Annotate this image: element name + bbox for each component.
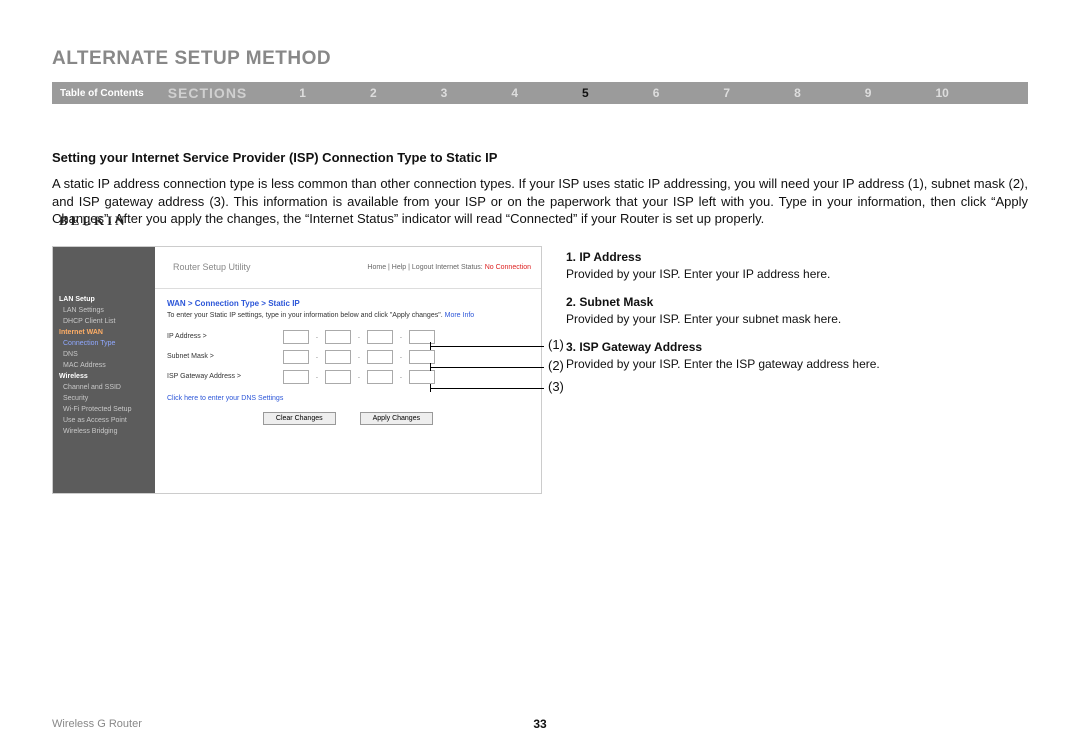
annotation-line-2 [430, 367, 544, 368]
list-item-1-text: Provided by your ISP. Enter your IP addr… [566, 267, 1028, 281]
sidebar-item-wps[interactable]: Wi-Fi Protected Setup [63, 406, 149, 413]
router-instruction: To enter your Static IP settings, type i… [155, 312, 541, 327]
product-name: Wireless G Router [52, 718, 142, 730]
gateway-octet-3[interactable] [367, 370, 393, 384]
section-link-1[interactable]: 1 [267, 86, 338, 100]
subnet-octet-4[interactable] [409, 350, 435, 364]
ip-octet-3[interactable] [367, 330, 393, 344]
field-row-subnet: Subnet Mask > . . . [155, 347, 541, 367]
clear-changes-button[interactable]: Clear Changes [263, 412, 336, 425]
section-link-4[interactable]: 4 [479, 86, 550, 100]
router-header-links[interactable]: Home | Help | Logout Internet Status: No… [367, 264, 531, 271]
sidebar-item-security[interactable]: Security [63, 395, 149, 402]
sidebar-lan-setup: LAN Setup [59, 296, 149, 303]
list-item-2-label: 2. Subnet Mask [566, 295, 1028, 309]
subnet-octet-1[interactable] [283, 350, 309, 364]
more-info-link[interactable]: More Info [445, 312, 475, 319]
dns-settings-link[interactable]: Click here to enter your DNS Settings [155, 387, 541, 402]
field-row-gateway: ISP Gateway Address > . . . [155, 367, 541, 387]
gateway-label: ISP Gateway Address > [167, 373, 277, 380]
annotation-2: (2) [548, 358, 564, 373]
router-utility-title: Router Setup Utility [173, 262, 251, 272]
sidebar-item-mac[interactable]: MAC Address [63, 362, 149, 369]
section-link-3[interactable]: 3 [409, 86, 480, 100]
brand-logo: BELKIN [59, 213, 128, 229]
sidebar-internet-wan: Internet WAN [59, 329, 149, 336]
ip-octet-2[interactable] [325, 330, 351, 344]
section-nav: Table of Contents sections 1 2 3 4 5 6 7… [52, 82, 1028, 104]
page-title: ALTERNATE SETUP METHOD [52, 48, 1028, 70]
section-link-8[interactable]: 8 [762, 86, 833, 100]
section-link-9[interactable]: 9 [833, 86, 904, 100]
annotation-3: (3) [548, 379, 564, 394]
field-row-ip: IP Address > . . . [155, 327, 541, 347]
subnet-octet-2[interactable] [325, 350, 351, 364]
sidebar-item-bridge[interactable]: Wireless Bridging [63, 428, 149, 435]
annotation-1: (1) [548, 337, 564, 352]
intro-paragraph: A static IP address connection type is l… [52, 175, 1028, 228]
sidebar-item-connection-type[interactable]: Connection Type [63, 340, 149, 347]
subnet-label: Subnet Mask > [167, 353, 277, 360]
toc-link[interactable]: Table of Contents [60, 88, 168, 99]
sidebar-item-dns[interactable]: DNS [63, 351, 149, 358]
gateway-octet-2[interactable] [325, 370, 351, 384]
apply-changes-button[interactable]: Apply Changes [360, 412, 433, 425]
annotation-line-3 [430, 388, 544, 389]
ip-octet-4[interactable] [409, 330, 435, 344]
ip-label: IP Address > [167, 333, 277, 340]
section-subheading: Setting your Internet Service Provider (… [52, 150, 1028, 165]
sidebar-item-dhcp[interactable]: DHCP Client List [63, 318, 149, 325]
router-sidebar: BELKIN LAN Setup LAN Settings DHCP Clien… [53, 247, 155, 493]
sidebar-wireless: Wireless [59, 373, 149, 380]
ip-octet-1[interactable] [283, 330, 309, 344]
sidebar-item-ap[interactable]: Use as Access Point [63, 417, 149, 424]
list-item-3-label: 3. ISP Gateway Address [566, 340, 1028, 354]
router-main: Router Setup Utility Home | Help | Logou… [155, 247, 541, 493]
section-link-10[interactable]: 10 [903, 86, 980, 100]
gateway-octet-1[interactable] [283, 370, 309, 384]
subnet-octet-3[interactable] [367, 350, 393, 364]
section-link-6[interactable]: 6 [621, 86, 692, 100]
annotation-line-1 [430, 346, 544, 347]
page-number: 33 [533, 717, 546, 731]
header-links-text: Home | Help | Logout Internet Status: [367, 264, 482, 271]
sections-label: sections [168, 85, 268, 101]
sidebar-item-channel[interactable]: Channel and SSID [63, 384, 149, 391]
section-link-7[interactable]: 7 [691, 86, 762, 100]
internet-status-value: No Connection [485, 264, 531, 271]
numbered-list: 1. IP Address Provided by your ISP. Ente… [566, 250, 1028, 371]
gateway-octet-4[interactable] [409, 370, 435, 384]
page-footer: Wireless G Router 33 [52, 718, 1028, 730]
annotation-tick-1 [430, 342, 431, 350]
list-item-3-text: Provided by your ISP. Enter the ISP gate… [566, 357, 1028, 371]
router-breadcrumb: WAN > Connection Type > Static IP [155, 289, 541, 312]
list-item-1-label: 1. IP Address [566, 250, 1028, 264]
instr-text: To enter your Static IP settings, type i… [167, 312, 443, 319]
section-link-5[interactable]: 5 [550, 86, 621, 100]
sidebar-item-lan-settings[interactable]: LAN Settings [63, 307, 149, 314]
annotation-tick-3 [430, 384, 431, 392]
router-ui-screenshot: BELKIN LAN Setup LAN Settings DHCP Clien… [52, 246, 542, 494]
annotation-tick-2 [430, 363, 431, 371]
section-link-2[interactable]: 2 [338, 86, 409, 100]
list-item-2-text: Provided by your ISP. Enter your subnet … [566, 312, 1028, 326]
